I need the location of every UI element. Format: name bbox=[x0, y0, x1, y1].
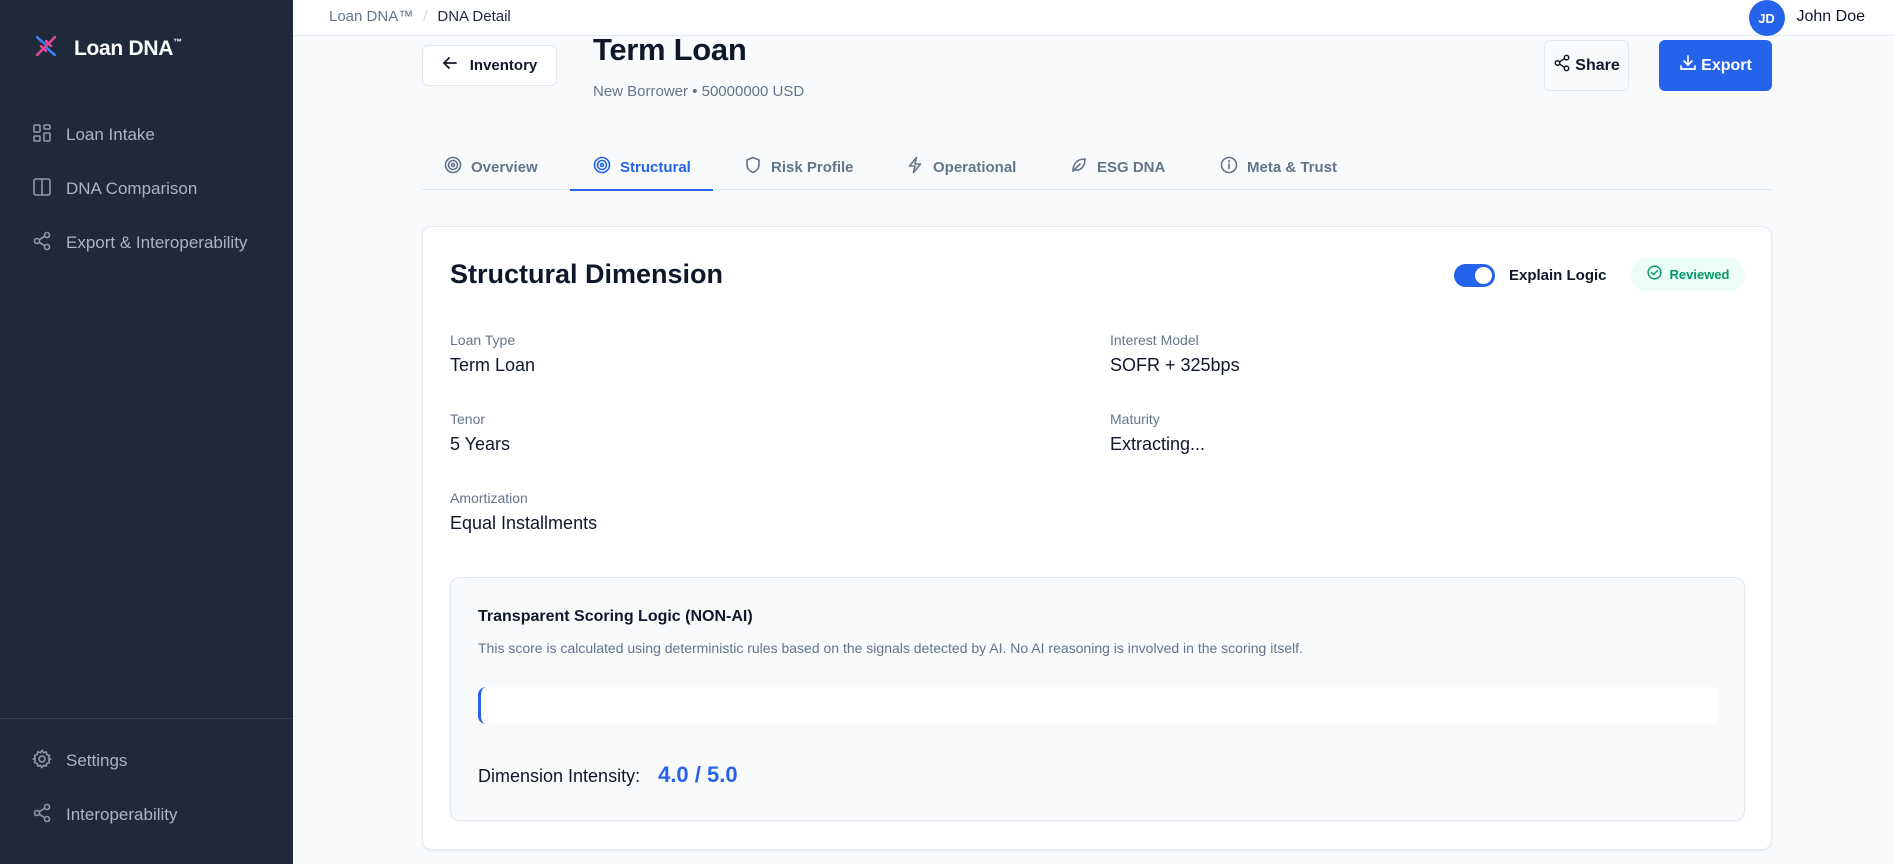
columns-icon bbox=[32, 177, 52, 202]
share-icon bbox=[1553, 54, 1571, 77]
sidebar-item-label: DNA Comparison bbox=[66, 179, 198, 198]
tab-label: Meta & Trust bbox=[1247, 159, 1338, 176]
scoring-logic-panel: Transparent Scoring Logic (NON-AI) This … bbox=[450, 577, 1745, 821]
sidebar-item-label: Settings bbox=[66, 751, 128, 770]
logic-rules-box bbox=[478, 687, 1719, 724]
grid-icon bbox=[32, 123, 52, 148]
sidebar-divider bbox=[0, 718, 293, 719]
field-value: Equal Installments bbox=[450, 513, 598, 533]
leaf-icon bbox=[1070, 156, 1088, 179]
bolt-icon bbox=[906, 156, 924, 179]
sidebar-item-label: Export & Interoperability bbox=[66, 233, 248, 252]
breadcrumb-separator: / bbox=[423, 8, 428, 25]
tab-overview[interactable]: Overview bbox=[444, 145, 538, 190]
tab-label: Risk Profile bbox=[771, 159, 854, 176]
tab-operational[interactable]: Operational bbox=[906, 145, 1016, 190]
top-bar: Loan DNA™ / DNA Detail JD John Doe bbox=[293, 0, 1895, 36]
breadcrumb-current: DNA Detail bbox=[437, 8, 511, 25]
share-icon bbox=[32, 231, 52, 256]
back-button-label: Inventory bbox=[469, 57, 538, 74]
field-value: SOFR + 325bps bbox=[1110, 355, 1240, 375]
dimension-tabs: Overview Structural Risk Profile Operati… bbox=[422, 145, 1772, 191]
sidebar-item-label: Interoperability bbox=[66, 805, 178, 824]
export-button-label: Export bbox=[1701, 56, 1752, 74]
tab-label: ESG DNA bbox=[1097, 159, 1166, 176]
intensity-value: 4.0 / 5.0 bbox=[658, 762, 738, 787]
share-icon bbox=[32, 803, 52, 828]
user-menu[interactable]: JD John Doe bbox=[1748, 0, 1866, 36]
page-subtitle: New Borrower • 50000000 USD bbox=[593, 83, 805, 100]
download-icon bbox=[1679, 54, 1697, 77]
field-loan-type: Loan Type Term Loan bbox=[450, 332, 535, 376]
tab-risk-profile[interactable]: Risk Profile bbox=[744, 145, 854, 190]
explain-logic-toggle[interactable]: Explain Logic bbox=[1454, 264, 1607, 287]
sidebar-item-export-interoperability[interactable]: Export & Interoperability bbox=[0, 216, 293, 270]
tab-meta-trust[interactable]: Meta & Trust bbox=[1220, 145, 1337, 190]
structural-dimension-card: Structural Dimension Explain Logic Revie… bbox=[422, 226, 1772, 850]
sidebar: Loan DNA™ Loan Intake DNA Comparison Exp… bbox=[0, 0, 293, 864]
breadcrumb-root[interactable]: Loan DNA™ bbox=[329, 8, 413, 25]
field-label: Maturity bbox=[1110, 411, 1160, 427]
target-icon bbox=[593, 156, 611, 179]
share-button-label: Share bbox=[1575, 56, 1620, 74]
shield-icon bbox=[744, 156, 762, 179]
field-value: 5 Years bbox=[450, 434, 511, 454]
field-amortization: Amortization Equal Installments bbox=[450, 490, 597, 534]
field-value: Extracting... bbox=[1110, 434, 1206, 454]
export-button[interactable]: Export bbox=[1659, 40, 1772, 91]
avatar: JD bbox=[1748, 0, 1785, 36]
field-value: Term Loan bbox=[450, 355, 536, 375]
dna-icon bbox=[32, 32, 60, 65]
logic-description: This score is calculated using determini… bbox=[478, 640, 1303, 656]
gear-icon bbox=[31, 748, 53, 774]
sidebar-bottom-nav: Settings Interoperability bbox=[0, 734, 293, 842]
card-title: Structural Dimension bbox=[450, 259, 724, 289]
toggle-label: Explain Logic bbox=[1509, 267, 1607, 284]
page-title: Term Loan bbox=[593, 32, 747, 67]
dimension-intensity: Dimension Intensity: 4.0 / 5.0 bbox=[478, 762, 738, 788]
user-name: John Doe bbox=[1796, 8, 1866, 25]
intensity-label: Dimension Intensity: bbox=[478, 766, 641, 786]
sidebar-nav: Loan Intake DNA Comparison Export & Inte… bbox=[0, 108, 293, 270]
field-maturity: Maturity Extracting... bbox=[1110, 411, 1205, 455]
tab-label: Operational bbox=[933, 159, 1017, 176]
app-trademark: ™ bbox=[173, 36, 182, 47]
toggle-switch[interactable] bbox=[1454, 264, 1495, 287]
field-label: Loan Type bbox=[450, 332, 516, 348]
sidebar-item-interoperability[interactable]: Interoperability bbox=[0, 788, 293, 842]
sidebar-item-settings[interactable]: Settings bbox=[0, 734, 293, 788]
sidebar-item-loan-intake[interactable]: Loan Intake bbox=[0, 108, 293, 162]
back-to-inventory-button[interactable]: Inventory bbox=[422, 45, 557, 86]
field-label: Tenor bbox=[450, 411, 486, 427]
arrow-left-icon bbox=[442, 55, 458, 76]
sidebar-item-dna-comparison[interactable]: DNA Comparison bbox=[0, 162, 293, 216]
sidebar-item-label: Loan Intake bbox=[66, 125, 155, 144]
app-logo[interactable]: Loan DNA™ bbox=[32, 32, 182, 65]
check-circle-icon bbox=[1646, 264, 1662, 285]
breadcrumb: Loan DNA™ / DNA Detail bbox=[329, 8, 511, 25]
app-name: Loan DNA bbox=[74, 36, 174, 60]
target-icon bbox=[444, 156, 462, 179]
field-tenor: Tenor 5 Years bbox=[450, 411, 510, 455]
field-label: Interest Model bbox=[1110, 332, 1199, 348]
status-badge: Reviewed bbox=[1631, 258, 1745, 291]
field-interest-model: Interest Model SOFR + 325bps bbox=[1110, 332, 1240, 376]
tab-label: Structural bbox=[620, 159, 691, 176]
tab-structural[interactable]: Structural bbox=[570, 145, 713, 191]
badge-label: Reviewed bbox=[1669, 267, 1730, 282]
share-button[interactable]: Share bbox=[1544, 40, 1629, 91]
info-icon bbox=[1220, 156, 1238, 179]
logic-title: Transparent Scoring Logic (NON-AI) bbox=[478, 608, 753, 625]
tab-esg-dna[interactable]: ESG DNA bbox=[1070, 145, 1165, 190]
field-label: Amortization bbox=[450, 490, 528, 506]
tab-label: Overview bbox=[471, 159, 538, 176]
